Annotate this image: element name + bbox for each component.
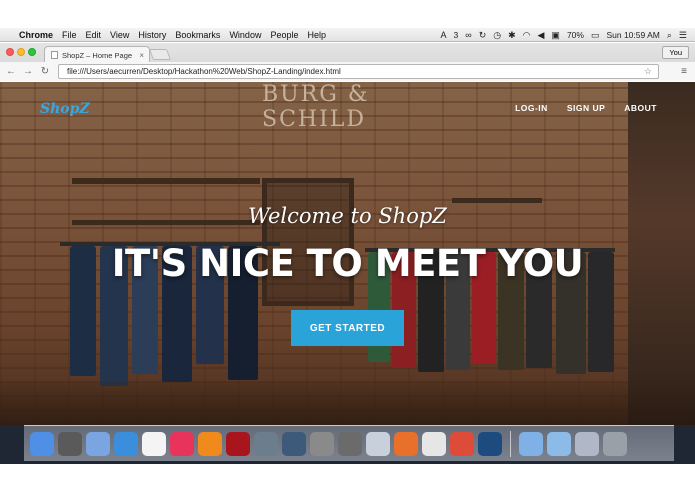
link-icon[interactable]: ∞	[465, 30, 471, 40]
trash-icon[interactable]	[603, 431, 627, 456]
address-url: file:///Users/aecurren/Desktop/Hackathon…	[67, 67, 341, 76]
finder-icon[interactable]	[30, 431, 54, 456]
clock-icon[interactable]: ◷	[493, 30, 501, 41]
menu-view[interactable]: View	[110, 30, 129, 40]
volume-icon[interactable]: ◀	[538, 30, 545, 41]
browser-window: ShopZ – Home Page × You ← → ↻ file:///Us…	[0, 43, 695, 81]
textedit-icon[interactable]	[422, 431, 446, 456]
scripting-icon[interactable]	[366, 431, 390, 456]
sourcetree-icon[interactable]	[478, 431, 502, 456]
time-machine-icon[interactable]	[282, 431, 306, 456]
chrome-icon[interactable]	[450, 431, 474, 456]
keynote-icon[interactable]	[338, 431, 362, 456]
menu-help[interactable]: Help	[307, 30, 326, 40]
page-hero: BURG & SCHILD ShopZ LOG-IN SIGN UP ABOUT…	[0, 82, 695, 425]
ibooks-icon[interactable]	[198, 431, 222, 456]
reload-icon[interactable]: ↻	[39, 66, 51, 77]
menu-bookmarks[interactable]: Bookmarks	[175, 30, 220, 40]
menu-people[interactable]: People	[270, 30, 298, 40]
chrome-menu-icon[interactable]: ≡	[681, 66, 687, 77]
macos-dock	[24, 425, 674, 461]
refresh-icon[interactable]: ↻	[479, 30, 487, 41]
menu-file[interactable]: File	[62, 30, 77, 40]
address-bar[interactable]: file:///Users/aecurren/Desktop/Hackathon…	[58, 64, 659, 79]
applications-folder-icon[interactable]	[519, 431, 543, 456]
forward-arrow-icon[interactable]: →	[22, 66, 34, 77]
launchpad-icon[interactable]	[58, 431, 82, 456]
hero-image-floor	[0, 382, 695, 425]
menu-window[interactable]: Window	[229, 30, 261, 40]
hero-image-shelf	[72, 178, 260, 184]
get-started-button[interactable]: GET STARTED	[291, 310, 404, 346]
macos-menu-bar: Chrome File Edit View History Bookmarks …	[0, 28, 695, 42]
adobe-icon[interactable]: A	[441, 30, 447, 40]
menu-bar-clock[interactable]: Sun 10:59 AM	[606, 30, 659, 40]
notification-center-icon[interactable]: ☰	[679, 30, 687, 41]
bluetooth-icon[interactable]: ✱	[508, 30, 516, 41]
site-logo[interactable]: ShopZ	[40, 101, 90, 117]
hero-welcome-text: Welcome to ShopZ	[248, 204, 447, 228]
menu-app-name[interactable]: Chrome	[19, 30, 53, 40]
nav-signup-link[interactable]: SIGN UP	[567, 103, 605, 113]
profile-button[interactable]: You	[662, 46, 689, 59]
tab-close-icon[interactable]: ×	[139, 51, 144, 60]
window-close-button[interactable]	[6, 48, 14, 56]
window-maximize-button[interactable]	[28, 48, 36, 56]
screen-margin	[0, 464, 695, 494]
menu-edit[interactable]: Edit	[86, 30, 102, 40]
wall-sign-text: BURG & SCHILD	[262, 82, 370, 132]
browser-toolbar: ← → ↻ file:///Users/aecurren/Desktop/Hac…	[0, 62, 695, 81]
downloads-stack-icon[interactable]	[575, 431, 599, 456]
nav-about-link[interactable]: ABOUT	[624, 103, 657, 113]
browser-tab[interactable]: ShopZ – Home Page ×	[44, 46, 150, 63]
screen: Chrome File Edit View History Bookmarks …	[0, 0, 695, 494]
calendar-icon[interactable]	[142, 431, 166, 456]
firefox-icon[interactable]	[394, 431, 418, 456]
tab-title: ShopZ – Home Page	[62, 50, 133, 60]
window-minimize-button[interactable]	[17, 48, 25, 56]
site-nav: LOG-IN SIGN UP ABOUT	[515, 103, 657, 113]
bookmark-star-icon[interactable]: ☆	[644, 66, 652, 77]
adobe-count: 3	[453, 30, 459, 40]
iphoto-icon[interactable]	[254, 431, 278, 456]
menu-bar-status-area: A 3 ∞ ↻ ◷ ✱ ◠ ◀ ▣ 70% ▭ Sun 10:59 AM ⌕ ☰	[441, 28, 687, 42]
documents-folder-icon[interactable]	[547, 431, 571, 456]
hero-image-shelf	[452, 198, 542, 203]
profile-label: You	[669, 48, 682, 57]
battery-percent[interactable]: 70%	[567, 30, 584, 40]
hero-headline: IT'S NICE TO MEET YOU	[111, 242, 584, 285]
page-icon	[51, 51, 58, 59]
battery-icon[interactable]: ▭	[591, 30, 600, 41]
itunes-icon[interactable]	[170, 431, 194, 456]
preview-icon[interactable]	[86, 431, 110, 456]
dock-separator	[510, 430, 511, 457]
back-arrow-icon[interactable]: ←	[5, 66, 17, 77]
safari-icon[interactable]	[114, 431, 138, 456]
menu-history[interactable]: History	[138, 30, 166, 40]
nav-login-link[interactable]: LOG-IN	[515, 103, 548, 113]
new-tab-button[interactable]	[148, 49, 172, 60]
system-preferences-icon[interactable]	[310, 431, 334, 456]
photobooth-icon[interactable]	[226, 431, 250, 456]
wifi-icon[interactable]: ◠	[523, 30, 531, 41]
display-icon[interactable]: ▣	[551, 30, 560, 41]
spotlight-icon[interactable]: ⌕	[667, 30, 672, 41]
